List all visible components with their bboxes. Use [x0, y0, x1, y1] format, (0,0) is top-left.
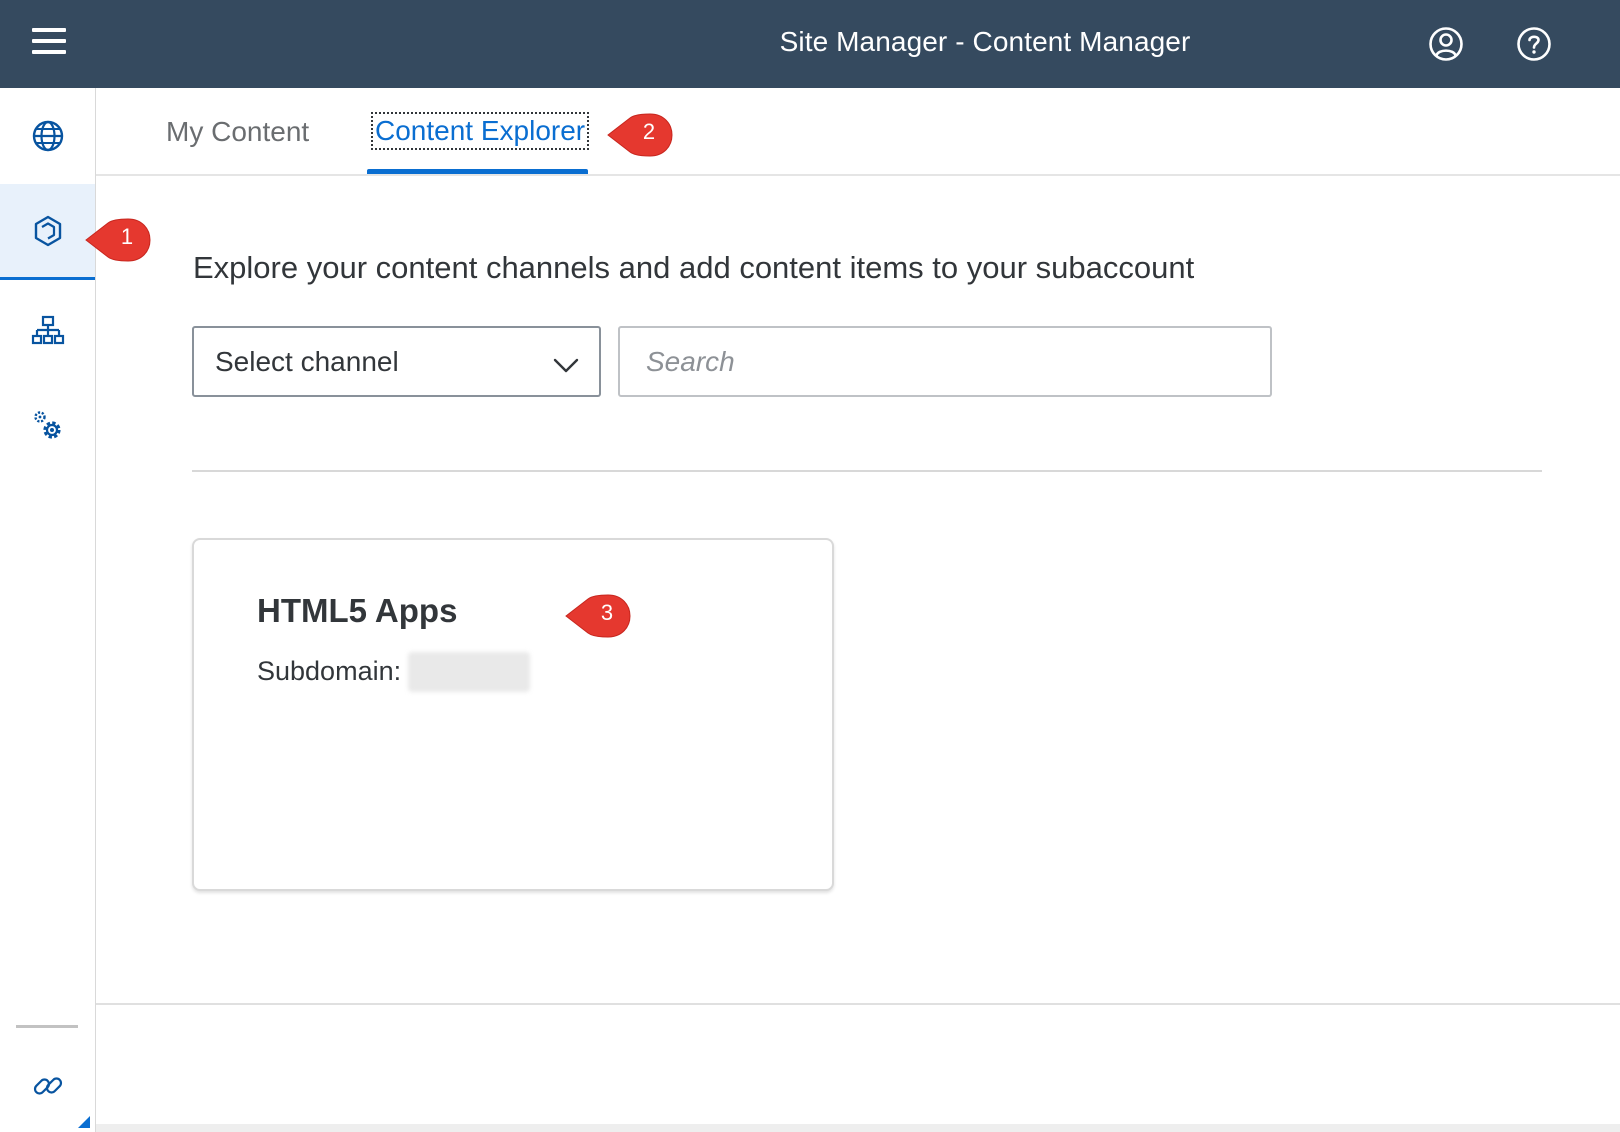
shell-bar: Site Manager - Content Manager [0, 0, 1620, 88]
globe-icon [32, 120, 63, 152]
sidebar-item-hierarchy[interactable] [0, 283, 95, 379]
footer-divider [96, 1003, 1620, 1005]
callout-marker-3: 3 [564, 593, 632, 639]
shell-title: Site Manager - Content Manager [779, 26, 1191, 57]
user-icon[interactable] [1428, 26, 1464, 62]
callout-marker-2: 2 [606, 112, 674, 158]
content-manager-icon [34, 215, 61, 246]
help-icon[interactable] [1516, 26, 1552, 62]
sidebar-item-content-manager[interactable] [0, 184, 95, 280]
chevron-down-icon [553, 358, 579, 373]
bottom-bar [96, 1124, 1620, 1132]
sidebar-resize-corner [78, 1116, 90, 1128]
card-subdomain-label: Subdomain: [257, 656, 402, 686]
tab-content-explorer[interactable]: Content Explorer [370, 112, 590, 150]
card-title: HTML5 Apps [257, 592, 458, 629]
search-input[interactable] [618, 326, 1272, 397]
page-description: Explore your content channels and add co… [193, 250, 1195, 285]
tab-my-content[interactable]: My Content [166, 116, 309, 148]
callout-number: 2 [642, 119, 656, 144]
channel-select-value: Select channel [215, 346, 399, 377]
channel-select[interactable]: Select channel [192, 326, 601, 397]
content-channel-card[interactable]: HTML5 Apps Subdomain: [192, 538, 834, 891]
sidebar-separator [16, 1025, 78, 1028]
sidebar-item-sites[interactable] [0, 88, 95, 184]
callout-marker-1: 1 [84, 217, 152, 263]
section-divider [192, 470, 1542, 472]
hierarchy-icon [31, 315, 64, 345]
settings-icon [33, 411, 61, 439]
link-icon [33, 1077, 62, 1095]
callout-number: 1 [120, 224, 134, 249]
side-navigation [0, 88, 96, 1132]
callout-number: 3 [600, 600, 614, 625]
active-tab-indicator [367, 169, 588, 174]
tab-bar: My Content Content Explorer [96, 88, 1620, 176]
sidebar-item-settings[interactable] [0, 378, 95, 474]
redacted-subdomain [408, 652, 530, 692]
